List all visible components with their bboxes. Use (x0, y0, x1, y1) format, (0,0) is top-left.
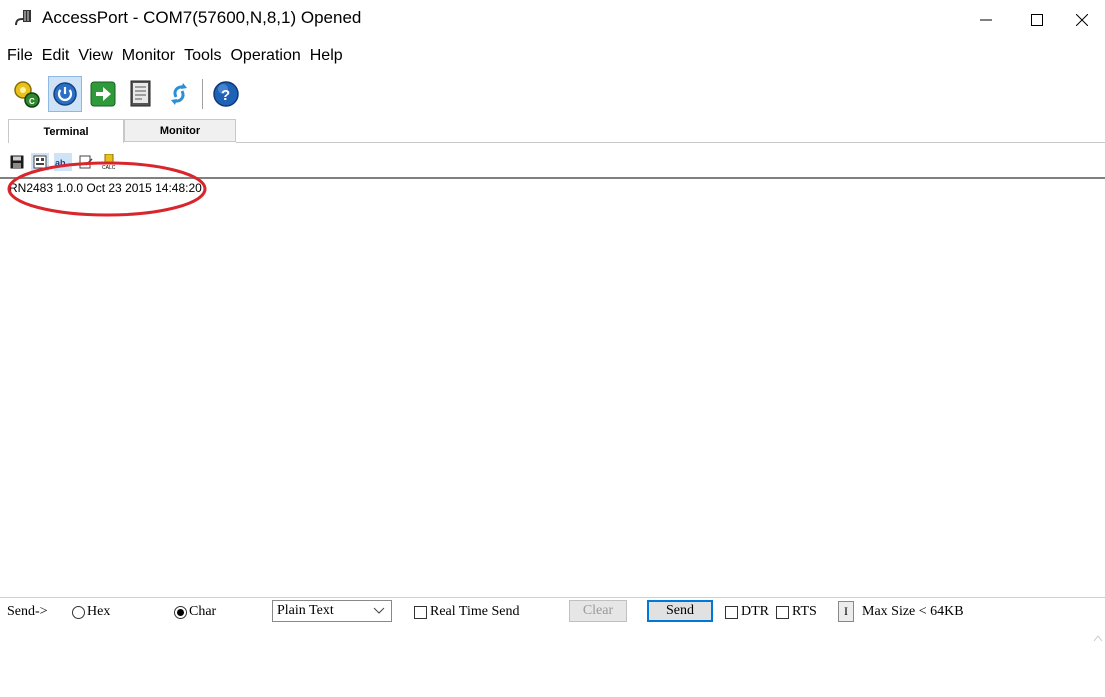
svg-text:C: C (29, 97, 35, 106)
send-label: Send-> (7, 604, 48, 619)
go-button[interactable] (86, 76, 120, 112)
dtr-checkbox[interactable]: DTR (725, 598, 769, 626)
power-button[interactable] (48, 76, 82, 112)
tab-terminal[interactable]: Terminal (8, 119, 124, 143)
hex-radio[interactable]: Hex (72, 598, 110, 626)
settings-button[interactable]: C (10, 76, 44, 112)
document-icon (130, 80, 151, 107)
menu-tools[interactable]: Tools (179, 44, 225, 68)
char-view-button[interactable]: ab (54, 153, 72, 171)
send-input-area[interactable] (0, 626, 1105, 697)
menu-bar: File Edit View Monitor Tools Operation H… (0, 44, 347, 68)
svg-text:?: ? (221, 87, 230, 104)
format-select-value: Plain Text (277, 603, 334, 618)
scroll-up-icon[interactable] (1093, 632, 1103, 644)
app-serial-port-icon (14, 9, 34, 27)
power-icon (53, 82, 77, 106)
clear-screen-button[interactable] (77, 153, 95, 171)
hex-radio-label: Hex (87, 604, 111, 619)
rts-checkbox[interactable]: RTS (776, 598, 817, 626)
svg-text:CALC: CALC (102, 165, 116, 170)
menu-monitor[interactable]: Monitor (117, 44, 179, 68)
save-button[interactable] (8, 153, 26, 171)
window-title: AccessPort - COM7(57600,N,8,1) Opened (42, 8, 362, 27)
maximize-button[interactable] (1014, 0, 1060, 40)
chevron-down-icon (373, 607, 385, 614)
go-icon (90, 81, 116, 107)
tab-divider (236, 142, 1105, 143)
hex-view-icon (33, 155, 47, 169)
calc-icon: CALC (102, 154, 116, 170)
dtr-label: DTR (741, 604, 769, 619)
settings-icon: C (14, 81, 40, 108)
mini-button[interactable]: I (838, 601, 854, 622)
menu-operation[interactable]: Operation (225, 44, 304, 68)
dtr-box[interactable] (725, 605, 738, 619)
char-radio-circle[interactable] (174, 605, 187, 619)
maximize-icon (1031, 14, 1043, 26)
tab-strip: Terminal Monitor (0, 119, 1105, 143)
send-button[interactable]: Send (647, 600, 713, 622)
menu-file[interactable]: File (0, 44, 37, 68)
send-bar: Send-> Hex Char Plain Text Real Time Sen… (0, 597, 1105, 626)
char-view-icon: ab (55, 158, 66, 168)
rts-label: RTS (792, 604, 817, 619)
terminal-toolbar: ab CALC (8, 150, 123, 174)
terminal-output-area[interactable] (0, 179, 1105, 593)
menu-edit[interactable]: Edit (37, 44, 74, 68)
format-select[interactable]: Plain Text (272, 600, 392, 622)
refresh-icon (171, 83, 187, 105)
realtime-send-checkbox[interactable]: Real Time Send (414, 598, 519, 626)
calc-button[interactable]: CALC (100, 153, 118, 171)
terminal-output-text: RN2483 1.0.0 Oct 23 2015 14:48:20 (9, 181, 202, 195)
rts-box[interactable] (776, 605, 789, 619)
save-icon (10, 155, 24, 169)
minimize-icon (980, 19, 992, 21)
main-toolbar: C ? (10, 73, 247, 115)
realtime-send-box[interactable] (414, 605, 427, 619)
tab-monitor[interactable]: Monitor (124, 119, 236, 142)
help-button[interactable]: ? (209, 76, 243, 112)
menu-view[interactable]: View (73, 44, 116, 68)
menu-help[interactable]: Help (305, 44, 347, 68)
minimize-button[interactable] (963, 0, 1009, 40)
realtime-send-label: Real Time Send (430, 604, 520, 619)
char-radio[interactable]: Char (174, 598, 216, 626)
help-icon: ? (213, 81, 239, 107)
title-bar: AccessPort - COM7(57600,N,8,1) Opened (0, 0, 1105, 40)
close-icon (1076, 14, 1088, 26)
clear-screen-icon (79, 155, 93, 169)
char-radio-label: Char (189, 604, 217, 619)
max-size-label: Max Size < 64KB (862, 604, 964, 619)
close-button[interactable] (1059, 0, 1105, 40)
svg-text:ab: ab (55, 158, 66, 168)
hex-view-button[interactable] (31, 153, 49, 171)
refresh-button[interactable] (162, 76, 196, 112)
toolbar-separator (202, 79, 203, 109)
document-button[interactable] (124, 76, 158, 112)
hex-radio-circle[interactable] (72, 605, 85, 619)
clear-button[interactable]: Clear (569, 600, 627, 622)
